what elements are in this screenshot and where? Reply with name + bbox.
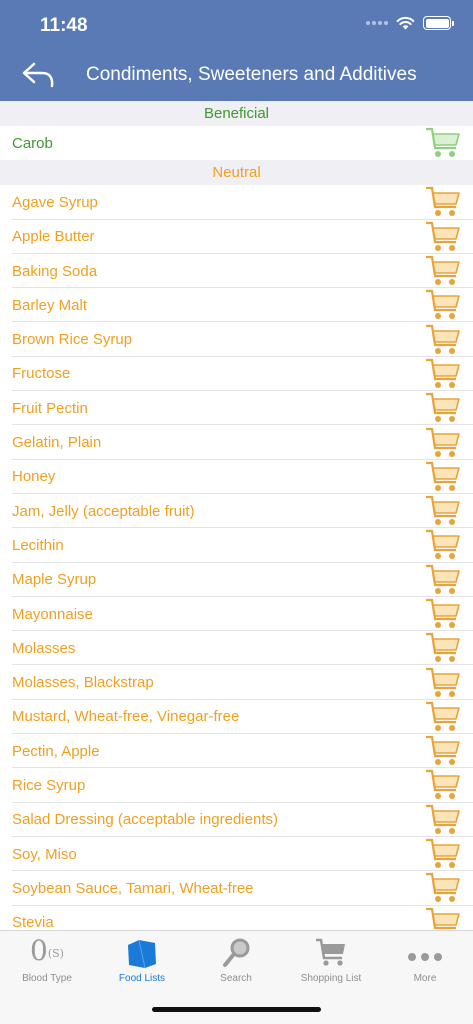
add-to-cart-icon[interactable] [423, 528, 463, 562]
add-to-cart-icon[interactable] [423, 837, 463, 871]
add-to-cart-icon[interactable] [423, 357, 463, 391]
navigation-header: 11:48 Condiments, Sweeteners and Additiv… [0, 0, 473, 101]
status-icons [366, 16, 454, 30]
list-item[interactable]: Apple Butter [0, 219, 473, 255]
add-to-cart-icon[interactable] [423, 666, 463, 700]
list-item-label: Carob [12, 134, 53, 152]
list-item[interactable]: Salad Dressing (acceptable ingredients) [0, 802, 473, 838]
list-item-label: Gelatin, Plain [12, 434, 102, 452]
list-item-label: Soybean Sauce, Tamari, Wheat-free [12, 879, 254, 897]
add-to-cart-icon[interactable] [423, 631, 463, 665]
add-to-cart-icon[interactable] [423, 323, 463, 357]
cart-icon [314, 931, 348, 969]
add-to-cart-icon[interactable] [423, 288, 463, 322]
list-item[interactable]: Molasses [0, 631, 473, 666]
list-item-label: Baking Soda [12, 262, 98, 280]
list-item-label: Brown Rice Syrup [12, 331, 133, 349]
list-item-label: Agave Syrup [12, 193, 98, 211]
list-item[interactable]: Maple Syrup [0, 562, 473, 598]
add-to-cart-icon[interactable] [423, 126, 463, 160]
add-to-cart-icon[interactable] [423, 426, 463, 460]
list-item-label: Pectin, Apple [12, 742, 100, 760]
add-to-cart-icon[interactable] [423, 803, 463, 837]
add-to-cart-icon[interactable] [423, 597, 463, 631]
tab-label: Search [220, 973, 252, 984]
list-item-label: Salad Dressing (acceptable ingredients) [12, 811, 278, 829]
tab-food-lists[interactable]: Food Lists [95, 931, 189, 991]
home-indicator [152, 1007, 321, 1012]
search-icon [221, 931, 251, 969]
battery-icon [423, 16, 454, 30]
list-item[interactable]: Soy, Miso [0, 836, 473, 872]
status-time: 11:48 [40, 15, 88, 36]
list-item[interactable]: Fructose [0, 356, 473, 392]
more-icon [405, 931, 445, 969]
list-item[interactable]: Carob [0, 126, 473, 161]
list-item[interactable]: Barley Malt [0, 288, 473, 323]
list-item[interactable]: Baking Soda [0, 253, 473, 289]
page-title: Condiments, Sweeteners and Additives [86, 64, 417, 85]
wifi-icon [396, 16, 415, 30]
list-item-label: Molasses [12, 639, 76, 657]
list-item-label: Lecithin [12, 536, 64, 554]
add-to-cart-icon[interactable] [423, 768, 463, 802]
list-item-label: Honey [12, 468, 56, 486]
list-item[interactable]: Stevia [0, 905, 473, 930]
list-item-label: Maple Syrup [12, 571, 97, 589]
food-lists-icon [125, 931, 159, 969]
list-item[interactable]: Brown Rice Syrup [0, 322, 473, 358]
list-item-label: Barley Malt [12, 296, 88, 314]
list-item[interactable]: Pectin, Apple [0, 734, 473, 769]
list-item-label: Soy, Miso [12, 845, 77, 863]
list-item-label: Molasses, Blackstrap [12, 674, 154, 692]
add-to-cart-icon[interactable] [423, 185, 463, 219]
list-item[interactable]: Rice Syrup [0, 768, 473, 803]
list-item[interactable]: Mustard, Wheat-free, Vinegar-free [0, 699, 473, 735]
blood-type-icon: 0(S) [30, 934, 64, 967]
add-to-cart-icon[interactable] [423, 391, 463, 425]
list-item-label: Jam, Jelly (acceptable fruit) [12, 502, 195, 520]
section-header-beneficial: Beneficial [0, 101, 473, 126]
list-item-label: Fructose [12, 365, 71, 383]
list-item[interactable]: Soybean Sauce, Tamari, Wheat-free [0, 871, 473, 906]
list-item-label: Mayonnaise [12, 605, 93, 623]
list-item-label: Apple Butter [12, 228, 95, 246]
add-to-cart-icon[interactable] [423, 734, 463, 768]
list-item[interactable]: Molasses, Blackstrap [0, 665, 473, 701]
tab-label: More [413, 973, 437, 984]
add-to-cart-icon[interactable] [423, 254, 463, 288]
tab-blood-type[interactable]: 0(S) Blood Type [0, 931, 94, 991]
tab-label: Shopping List [300, 973, 362, 984]
list-item[interactable]: Gelatin, Plain [0, 425, 473, 460]
tab-shopping-list[interactable]: Shopping List [284, 931, 378, 991]
list-item[interactable]: Jam, Jelly (acceptable fruit) [0, 493, 473, 529]
list-item[interactable]: Agave Syrup [0, 185, 473, 220]
cellular-signal-icon [366, 21, 388, 25]
list-item[interactable]: Fruit Pectin [0, 391, 473, 426]
add-to-cart-icon[interactable] [423, 563, 463, 597]
add-to-cart-icon[interactable] [423, 700, 463, 734]
add-to-cart-icon[interactable] [423, 220, 463, 254]
list-item-label: Rice Syrup [12, 776, 86, 794]
list-item[interactable]: Mayonnaise [0, 596, 473, 632]
list-item[interactable]: Honey [0, 459, 473, 495]
tab-more[interactable]: More [378, 931, 472, 991]
add-to-cart-icon[interactable] [423, 906, 463, 930]
tab-label: Blood Type [22, 973, 72, 984]
tab-search[interactable]: Search [189, 931, 283, 991]
list-item-label: Mustard, Wheat-free, Vinegar-free [12, 708, 240, 726]
add-to-cart-icon[interactable] [423, 460, 463, 494]
list-item-label: Stevia [12, 914, 54, 930]
section-header-neutral: Neutral [0, 160, 473, 186]
list-item-label: Fruit Pectin [12, 399, 88, 417]
tab-label: Food Lists [118, 973, 166, 984]
back-button[interactable] [20, 59, 56, 91]
add-to-cart-icon[interactable] [423, 871, 463, 905]
add-to-cart-icon[interactable] [423, 494, 463, 528]
food-list[interactable]: Beneficial Carob Neutral Agave Syrup Apple B… [0, 101, 473, 930]
back-arrow-icon [22, 62, 54, 88]
list-item[interactable]: Lecithin [0, 528, 473, 563]
